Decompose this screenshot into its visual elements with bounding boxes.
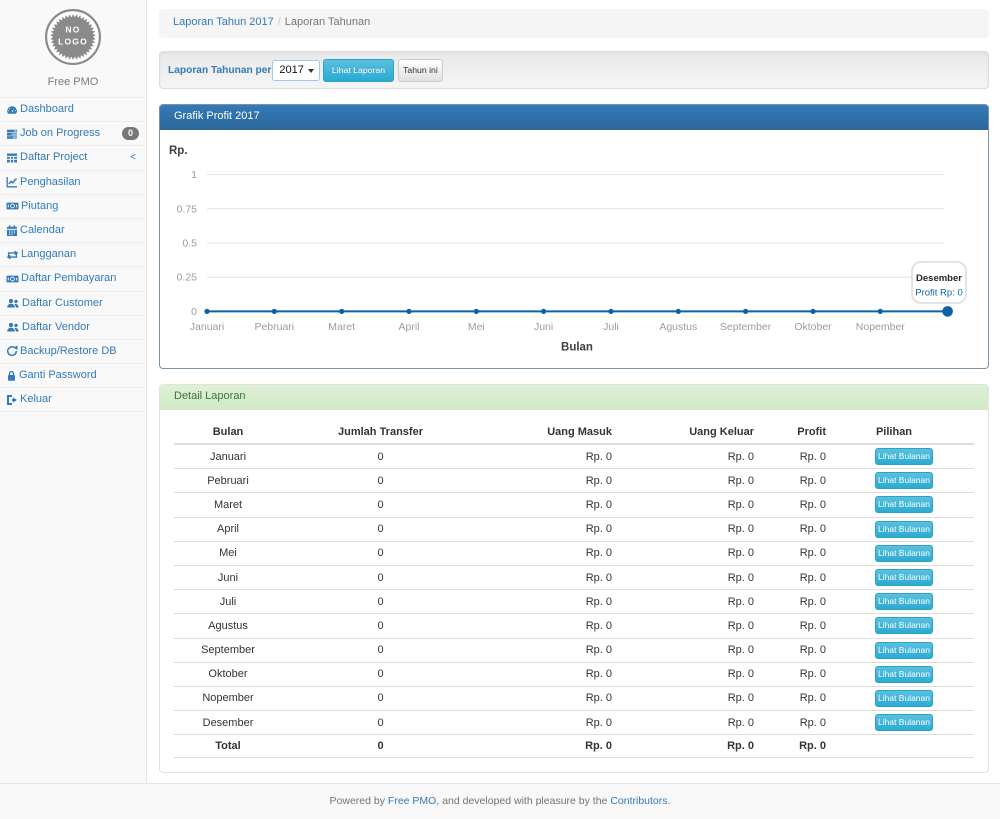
svg-text:Maret: Maret [328,321,355,333]
svg-text:Nopember: Nopember [856,321,906,333]
svg-text:Desember: Desember [916,273,962,284]
svg-text:Profit Rp: 0: Profit Rp: 0 [915,288,963,299]
svg-text:Bulan: Bulan [561,342,593,354]
svg-text:0: 0 [191,306,197,318]
svg-text:April: April [398,321,419,333]
svg-text:LOGO: LOGO [58,37,88,47]
svg-text:Agustus: Agustus [659,321,697,333]
svg-text:Juni: Juni [534,321,553,333]
svg-text:Oktober: Oktober [794,321,832,333]
svg-text:0.5: 0.5 [182,238,197,250]
svg-text:NO: NO [65,25,80,35]
svg-text:Januari: Januari [190,321,224,333]
svg-text:Mei: Mei [468,321,485,333]
svg-text:0.75: 0.75 [177,203,198,215]
svg-text:1: 1 [191,169,197,181]
svg-text:0.25: 0.25 [177,272,198,284]
svg-text:Juli: Juli [603,321,619,333]
svg-text:September: September [720,321,772,333]
svg-text:Rp.: Rp. [169,145,188,157]
svg-text:Pebruari: Pebruari [254,321,294,333]
